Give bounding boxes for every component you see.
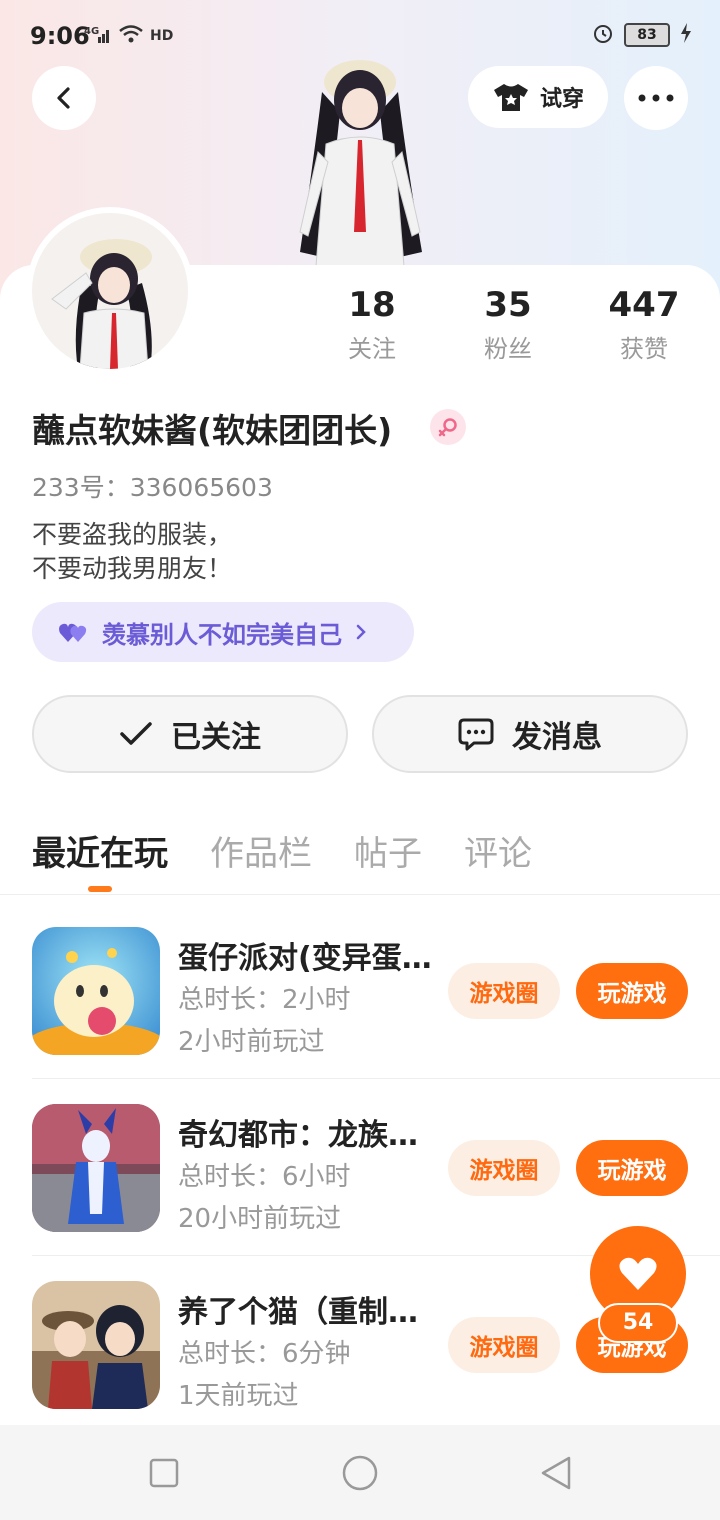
send-message-label: 发消息 [512, 720, 602, 755]
system-back-button[interactable] [536, 1453, 576, 1493]
stat-label: 粉丝 [484, 335, 532, 363]
circle-icon [342, 1455, 378, 1491]
followed-button[interactable]: 已关注 [32, 695, 348, 773]
status-time: 9:06 [30, 22, 90, 50]
avatar-3d-figure [299, 60, 422, 266]
signal-label: 4G [84, 26, 99, 37]
game-row[interactable]: 蛋仔派对(变异蛋… 总时长：2小时 2小时前玩过 游戏圈 玩游戏 [0, 903, 720, 1079]
triangle-back-icon [541, 1456, 571, 1490]
game-icon[interactable] [32, 1281, 160, 1409]
tab-comments[interactable]: 评论 [464, 826, 532, 875]
try-on-button[interactable]: 试穿 [468, 66, 608, 128]
divider [32, 1078, 720, 1079]
play-game-button[interactable]: 玩游戏 [576, 1140, 688, 1196]
game-name: 奇幻都市：龙族… [178, 1118, 418, 1153]
recent-apps-button[interactable] [144, 1453, 184, 1493]
back-button[interactable] [32, 66, 96, 130]
game-row[interactable]: 奇幻都市：龙族… 总时长：6小时 20小时前玩过 游戏圈 玩游戏 [0, 1080, 720, 1256]
heart-icon [619, 1257, 657, 1290]
bio: 不要盗我的服装， 不要动我男朋友！ [32, 518, 232, 586]
avatar[interactable] [32, 213, 188, 369]
stat-following[interactable]: 18 关注 [312, 285, 432, 364]
shirt-icon [493, 84, 528, 111]
game-duration: 总时长：6小时 [178, 1162, 351, 1192]
stat-value: 35 [484, 285, 532, 325]
active-tab-indicator [88, 886, 112, 892]
chat-bubble-icon [458, 718, 494, 751]
status-bar: 9:06 4G HD 83 [0, 0, 720, 72]
bio-line: 不要盗我的服装， [32, 520, 233, 549]
divider [0, 894, 720, 895]
alarm-icon [592, 22, 614, 48]
tab-posts[interactable]: 帖子 [354, 826, 422, 875]
check-icon [120, 722, 152, 745]
game-last-played: 1天前玩过 [178, 1381, 299, 1411]
game-circle-button[interactable]: 游戏圈 [448, 963, 560, 1019]
game-icon[interactable] [32, 1104, 160, 1232]
game-duration: 总时长：6分钟 [178, 1339, 351, 1369]
chevron-right-icon [356, 624, 366, 640]
square-icon [149, 1458, 179, 1488]
tab-works[interactable]: 作品栏 [210, 826, 312, 875]
username: 蘸点软妹酱(软妹团团长) [32, 411, 393, 450]
system-nav-bar [0, 1425, 720, 1520]
stat-likes[interactable]: 447 获赞 [584, 285, 704, 364]
game-last-played: 2小时前玩过 [178, 1027, 325, 1057]
game-duration: 总时长：2小时 [178, 985, 351, 1015]
game-name: 蛋仔派对(变异蛋… [178, 941, 432, 976]
double-heart-icon [59, 623, 87, 642]
home-button[interactable] [340, 1453, 380, 1493]
profile-tabs: 最近在玩 作品栏 帖子 评论 [32, 826, 532, 875]
motto-text: 羡慕别人不如完美自己 [102, 620, 342, 649]
wifi-icon [118, 24, 144, 48]
bio-line: 不要动我男朋友！ [32, 554, 233, 583]
stat-label: 获赞 [620, 335, 668, 363]
status-right-icons: 83 [592, 22, 692, 48]
motto-badge[interactable]: 羡慕别人不如完美自己 [32, 602, 414, 662]
signal-icon: 4G [84, 24, 112, 48]
hd-call-icon: HD [150, 28, 174, 44]
status-left-icons: 4G HD [84, 24, 173, 48]
game-circle-button[interactable]: 游戏圈 [448, 1140, 560, 1196]
more-icon [638, 94, 674, 102]
send-message-button[interactable]: 发消息 [372, 695, 688, 773]
game-name: 养了个猫（重制… [178, 1295, 418, 1330]
try-on-label: 试穿 [539, 87, 584, 112]
more-button[interactable] [624, 66, 688, 130]
stat-value: 447 [608, 285, 680, 325]
charging-icon [680, 23, 692, 47]
user-id: 233号：336065603 [32, 473, 273, 502]
stat-label: 关注 [348, 335, 396, 363]
play-game-button[interactable]: 玩游戏 [576, 963, 688, 1019]
battery-icon: 83 [624, 23, 670, 47]
game-icon[interactable] [32, 927, 160, 1055]
stat-followers[interactable]: 35 粉丝 [448, 285, 568, 364]
game-circle-button[interactable]: 游戏圈 [448, 1317, 560, 1373]
female-icon [430, 409, 466, 445]
tab-recently-played[interactable]: 最近在玩 [32, 826, 168, 875]
like-count: 54 [598, 1303, 678, 1343]
game-last-played: 20小时前玩过 [178, 1204, 342, 1234]
followed-label: 已关注 [171, 720, 261, 755]
stat-value: 18 [348, 285, 396, 325]
back-icon [57, 87, 70, 109]
